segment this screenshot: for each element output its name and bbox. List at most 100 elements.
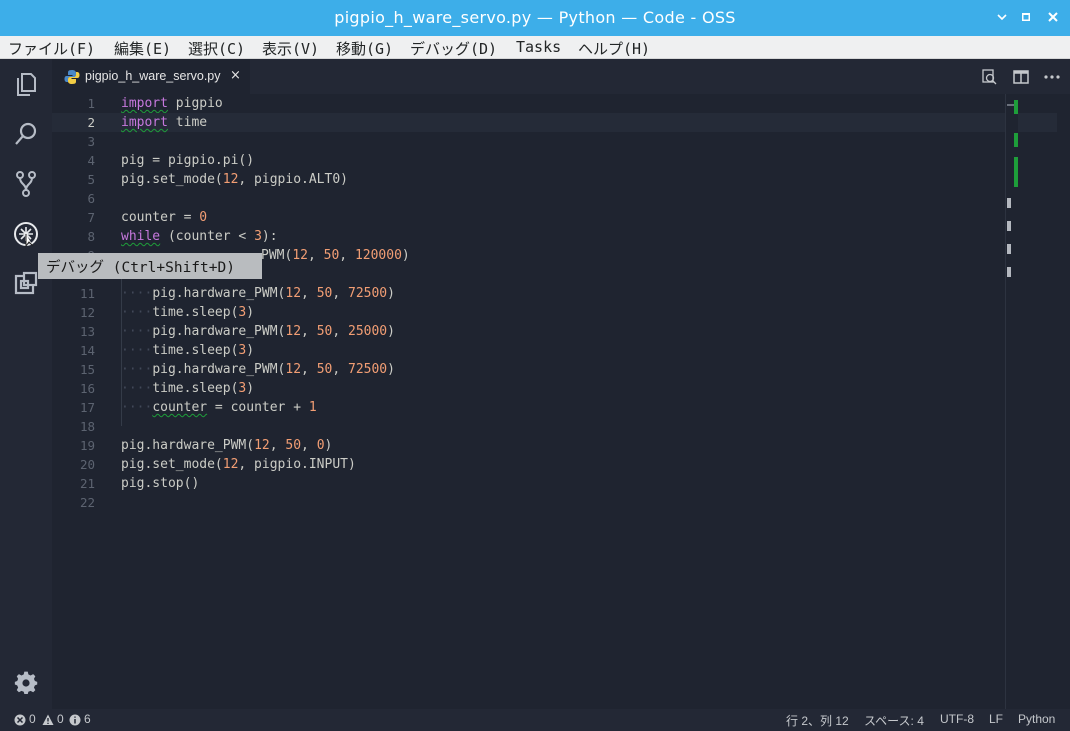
code-text: pig = pigpio.pi(): [121, 153, 255, 168]
line-number: 17: [79, 400, 95, 415]
code-line: 1 import pigpio: [52, 94, 1057, 113]
code-text: ····pig.hardware_PWM(12, 50, 72500): [121, 362, 395, 377]
menu-debug[interactable]: デバッグ(D): [410, 38, 497, 59]
editor-tabs: pigpio_h_ware_servo.py ×: [52, 59, 1070, 94]
overview-ruler[interactable]: [1005, 94, 1018, 709]
menu-help[interactable]: ヘルプ(H): [578, 38, 650, 59]
code-editor[interactable]: 1 import pigpio 2 import time 3 4 pig = …: [52, 94, 1070, 709]
language-mode[interactable]: Python: [1018, 712, 1055, 726]
code-line: 5 pig.set_mode(12, pigpio.ALT0): [52, 170, 1057, 189]
code-line-current: 2 import time: [52, 113, 1057, 132]
cursor-position[interactable]: 行 2、列 12: [786, 712, 849, 729]
code-text: ····pig.hardware_PWM(12, 50, 25000): [121, 324, 395, 339]
source-control-icon[interactable]: [12, 170, 40, 198]
menu-file[interactable]: ファイル(F): [8, 38, 95, 59]
close-icon[interactable]: [1045, 8, 1061, 26]
code-text: pig.stop(): [121, 476, 200, 491]
indentation[interactable]: スペース: 4: [864, 712, 924, 729]
code-line: 6: [52, 189, 1057, 208]
status-bar: 0 0 6 行 2、列 12 スペース: 4 UTF-8 LF Python: [0, 709, 1070, 731]
title-bar: pigpio_h_ware_servo.py — Python — Code -…: [0, 0, 1070, 36]
maximize-icon[interactable]: [1018, 8, 1034, 26]
info-marker: [1007, 221, 1011, 231]
warning-marker: [1014, 100, 1018, 114]
debug-icon[interactable]: [12, 220, 40, 248]
info-count[interactable]: 6: [84, 712, 91, 726]
code-line: 17 ····counter = counter + 1: [52, 398, 1057, 417]
code-text: import pigpio: [121, 96, 223, 111]
code-text: while (counter < 3):: [121, 229, 278, 244]
code-line: 21 pig.stop(): [52, 474, 1057, 493]
info-marker: [1007, 198, 1011, 208]
window-title: pigpio_h_ware_servo.py — Python — Code -…: [334, 8, 736, 27]
more-actions-icon[interactable]: [1043, 68, 1061, 86]
line-number: 19: [79, 438, 95, 453]
python-icon: [64, 69, 80, 85]
line-number: 21: [79, 476, 95, 491]
line-number: 6: [87, 191, 95, 206]
extensions-icon[interactable]: [12, 270, 40, 298]
code-line: 16 ····time.sleep(3): [52, 379, 1057, 398]
code-line: 8 while (counter < 3):: [52, 227, 1057, 246]
line-number: 4: [87, 153, 95, 168]
code-text: ····time.sleep(3): [121, 305, 255, 320]
error-count[interactable]: 0: [29, 712, 36, 726]
line-number: 3: [87, 134, 95, 149]
code-text: pig.set_mode(12, pigpio.INPUT): [121, 457, 356, 472]
code-text: pig.set_mode(12, pigpio.ALT0): [121, 172, 348, 187]
menu-bar: ファイル(F) 編集(E) 選択(C) 表示(V) 移動(G) デバッグ(D) …: [0, 36, 1070, 59]
line-number: 18: [79, 419, 95, 434]
code-text: pig.hardware_PWM(12, 50, 0): [121, 438, 333, 453]
code-text: ····time.sleep(3): [121, 343, 255, 358]
encoding[interactable]: UTF-8: [940, 712, 974, 726]
split-editor-icon[interactable]: [1012, 68, 1030, 86]
warning-marker: [1014, 157, 1018, 187]
code-text: counter = 0: [121, 210, 208, 225]
code-line: 13 ····pig.hardware_PWM(12, 50, 25000): [52, 322, 1057, 341]
search-icon[interactable]: [12, 120, 40, 148]
error-icon[interactable]: [14, 714, 26, 726]
code-text: PWM(12, 50, 120000): [261, 248, 410, 263]
code-line: 18: [52, 417, 1057, 436]
menu-selection[interactable]: 選択(C): [188, 38, 245, 59]
line-number: 15: [79, 362, 95, 377]
open-changes-icon[interactable]: [980, 68, 998, 86]
activity-bar: [0, 59, 52, 709]
code-text: ····time.sleep(3): [121, 381, 255, 396]
gear-icon[interactable]: [12, 670, 40, 698]
line-number: 13: [79, 324, 95, 339]
info-icon[interactable]: [69, 714, 81, 726]
line-number: 1: [87, 96, 95, 111]
menu-edit[interactable]: 編集(E): [114, 38, 171, 59]
warning-icon[interactable]: [42, 714, 54, 726]
code-line: 7 counter = 0: [52, 208, 1057, 227]
line-number: 20: [79, 457, 95, 472]
code-line: 15 ····pig.hardware_PWM(12, 50, 72500): [52, 360, 1057, 379]
line-number: 14: [79, 343, 95, 358]
info-marker: [1007, 244, 1011, 254]
warning-marker: [1014, 133, 1018, 147]
info-marker: [1007, 267, 1011, 277]
line-number: 11: [79, 286, 95, 301]
menu-tasks[interactable]: Tasks: [516, 38, 561, 56]
line-number: 12: [79, 305, 95, 320]
line-number: 7: [87, 210, 95, 225]
close-icon[interactable]: ×: [230, 68, 241, 83]
code-line: 20 pig.set_mode(12, pigpio.INPUT): [52, 455, 1057, 474]
menu-go[interactable]: 移動(G): [336, 38, 393, 59]
warning-count[interactable]: 0: [57, 712, 64, 726]
minimize-icon[interactable]: [994, 8, 1010, 26]
end-of-line[interactable]: LF: [989, 712, 1003, 726]
code-text: ····pig.hardware_PWM(12, 50, 72500): [121, 286, 395, 301]
line-number: 16: [79, 381, 95, 396]
code-text: ····counter = counter + 1: [121, 400, 317, 415]
code-line: 12 ····time.sleep(3): [52, 303, 1057, 322]
line-number: 5: [87, 172, 95, 187]
files-icon[interactable]: [12, 70, 40, 98]
code-text: import time: [121, 115, 208, 130]
code-line: 22: [52, 493, 1057, 512]
tab-pigpio-h-ware-servo[interactable]: pigpio_h_ware_servo.py ×: [52, 59, 250, 94]
debug-tooltip: デバッグ (Ctrl+Shift+D): [38, 253, 262, 279]
menu-view[interactable]: 表示(V): [262, 38, 319, 59]
line-number: 8: [87, 229, 95, 244]
